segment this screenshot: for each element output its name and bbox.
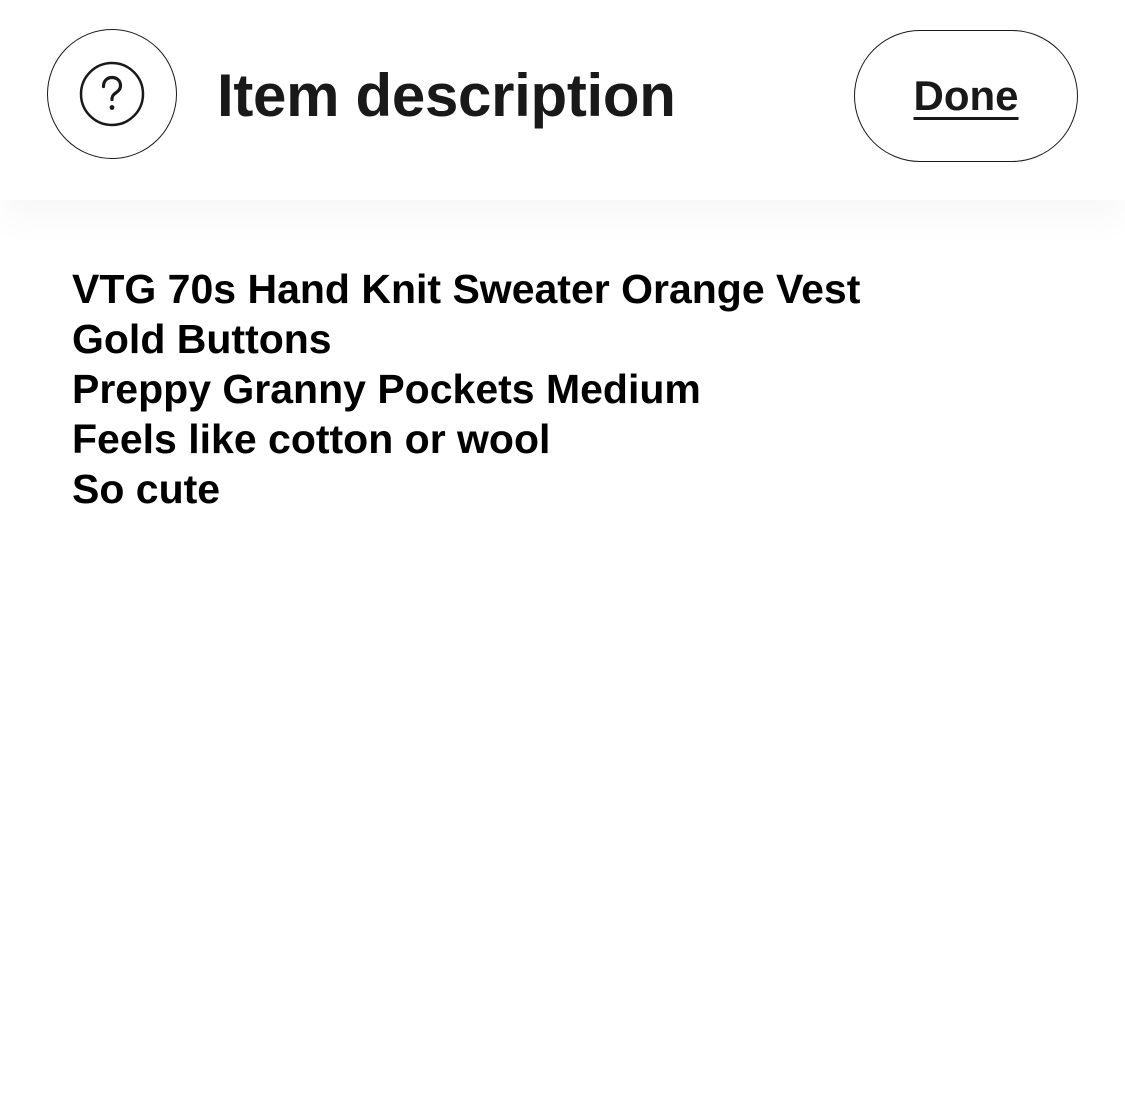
page-title: Item description bbox=[217, 62, 676, 129]
description-line: Gold Buttons bbox=[72, 316, 332, 362]
description-line: Preppy Granny Pockets Medium bbox=[72, 366, 701, 412]
description-line: So cute bbox=[72, 466, 221, 512]
item-description-text: VTG 70s Hand Knit Sweater Orange Vest Go… bbox=[72, 264, 1072, 514]
top-bar: Item description Done bbox=[0, 0, 1125, 200]
help-button[interactable] bbox=[47, 29, 177, 159]
done-button[interactable]: Done bbox=[854, 30, 1078, 162]
done-button-label: Done bbox=[913, 72, 1019, 119]
description-line: VTG 70s Hand Knit Sweater Orange Vest bbox=[72, 266, 861, 312]
question-mark-circle-icon bbox=[79, 61, 145, 127]
description-line: Feels like cotton or wool bbox=[72, 416, 551, 462]
